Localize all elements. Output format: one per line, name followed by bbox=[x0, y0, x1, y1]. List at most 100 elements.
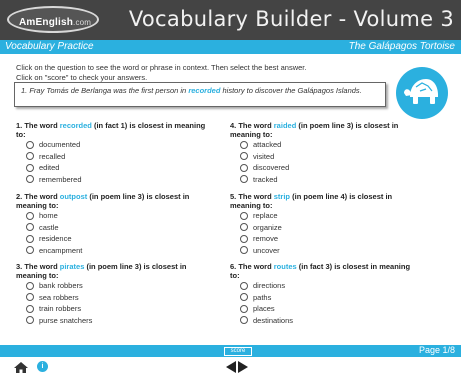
radio-button[interactable] bbox=[240, 234, 248, 243]
answer-option-label: tracked bbox=[253, 174, 278, 184]
instructions-line-1: Click on the question to see the word or… bbox=[16, 63, 307, 72]
question-4: 4. The word raided (in poem line 3) is c… bbox=[230, 121, 420, 185]
radio-button[interactable] bbox=[26, 152, 34, 161]
answer-option[interactable]: documented bbox=[26, 139, 206, 151]
story-title: The Galápagos Tortoise bbox=[348, 41, 455, 52]
question-1-keyword: recorded bbox=[59, 121, 92, 130]
radio-button[interactable] bbox=[240, 293, 248, 302]
answer-option-label: paths bbox=[253, 292, 272, 302]
answer-option[interactable]: remove bbox=[240, 233, 420, 245]
context-fact-text: 1. Fray Tomás de Berlanga was the first … bbox=[21, 86, 362, 95]
answer-option[interactable]: replace bbox=[240, 210, 420, 222]
answer-option-label: train robbers bbox=[39, 304, 82, 314]
radio-button[interactable] bbox=[240, 175, 248, 184]
question-5-options: replace organize remove uncover bbox=[230, 210, 420, 256]
fact-prefix: 1. Fray Tomás de Berlanga was the first … bbox=[21, 86, 189, 95]
radio-button[interactable] bbox=[26, 293, 34, 302]
question-6-options: directions paths places destinations bbox=[230, 280, 420, 326]
home-icon[interactable] bbox=[14, 362, 28, 373]
question-3-keyword: pirates bbox=[59, 262, 85, 271]
tortoise-icon bbox=[404, 79, 438, 104]
question-2-title[interactable]: 2. The word outpost (in poem line 3) is … bbox=[16, 192, 206, 210]
answer-option[interactable]: places bbox=[240, 303, 420, 315]
question-5-title[interactable]: 5. The word strip (in poem line 4) is cl… bbox=[230, 192, 420, 210]
radio-button[interactable] bbox=[240, 304, 248, 313]
answer-option[interactable]: sea robbers bbox=[26, 292, 206, 304]
answer-option[interactable]: encampment bbox=[26, 245, 206, 257]
question-1-title[interactable]: 1. The word recorded (in fact 1) is clos… bbox=[16, 121, 206, 139]
answer-option[interactable]: destinations bbox=[240, 315, 420, 327]
radio-button[interactable] bbox=[26, 140, 34, 149]
question-4-keyword: raided bbox=[273, 121, 297, 130]
radio-button[interactable] bbox=[26, 234, 34, 243]
tortoise-badge bbox=[396, 67, 448, 119]
answer-option-label: purse snatchers bbox=[39, 315, 93, 325]
answer-option-label: visited bbox=[253, 151, 275, 161]
answer-option[interactable]: remembered bbox=[26, 174, 206, 186]
answer-option[interactable]: organize bbox=[240, 222, 420, 234]
answer-option-label: organize bbox=[253, 222, 282, 232]
instructions: Click on the question to see the word or… bbox=[16, 63, 386, 83]
arrow-left-icon[interactable] bbox=[226, 361, 236, 373]
info-icon[interactable]: i bbox=[37, 361, 48, 372]
answer-option-label: attacked bbox=[253, 140, 282, 150]
answer-option[interactable]: purse snatchers bbox=[26, 315, 206, 327]
answer-option[interactable]: home bbox=[26, 210, 206, 222]
radio-button[interactable] bbox=[240, 316, 248, 325]
answer-option[interactable]: train robbers bbox=[26, 303, 206, 315]
answer-option-label: documented bbox=[39, 140, 81, 150]
score-button[interactable]: score bbox=[224, 347, 252, 356]
radio-button[interactable] bbox=[26, 246, 34, 255]
answer-option[interactable]: residence bbox=[26, 233, 206, 245]
question-3-title-pre: 3. The word bbox=[16, 262, 60, 271]
radio-button[interactable] bbox=[26, 223, 34, 232]
answer-option[interactable]: visited bbox=[240, 151, 420, 163]
answer-option[interactable]: directions bbox=[240, 280, 420, 292]
question-4-title[interactable]: 4. The word raided (in poem line 3) is c… bbox=[230, 121, 420, 139]
answer-option-label: sea robbers bbox=[39, 292, 79, 302]
answer-option[interactable]: paths bbox=[240, 292, 420, 304]
radio-button[interactable] bbox=[26, 304, 34, 313]
amenglish-logo[interactable]: AmEnglish.com bbox=[7, 6, 99, 33]
fact-suffix: history to discover the Galápagos Island… bbox=[220, 86, 362, 95]
answer-option-label: places bbox=[253, 304, 275, 314]
question-3-options: bank robbers sea robbers train robbers purs… bbox=[16, 280, 206, 326]
answer-option-label: destinations bbox=[253, 315, 294, 325]
answer-option-label: encampment bbox=[39, 245, 83, 255]
answer-option-label: remove bbox=[253, 234, 279, 244]
radio-button[interactable] bbox=[26, 175, 34, 184]
answer-option[interactable]: edited bbox=[26, 162, 206, 174]
answer-option[interactable]: tracked bbox=[240, 174, 420, 186]
answer-option[interactable]: uncover bbox=[240, 245, 420, 257]
question-4-options: attacked visited discovered tracked bbox=[230, 139, 420, 185]
question-3: 3. The word pirates (in poem line 3) is … bbox=[16, 262, 206, 326]
radio-button[interactable] bbox=[240, 211, 248, 220]
answer-option[interactable]: bank robbers bbox=[26, 280, 206, 292]
radio-button[interactable] bbox=[240, 223, 248, 232]
answer-option-label: home bbox=[39, 211, 58, 221]
question-5: 5. The word strip (in poem line 4) is cl… bbox=[230, 192, 420, 256]
answer-option-label: bank robbers bbox=[39, 281, 83, 291]
question-2-options: home castle residence encampment bbox=[16, 210, 206, 256]
question-6-title[interactable]: 6. The word routes (in fact 3) is closes… bbox=[230, 262, 420, 280]
answer-option-label: recalled bbox=[39, 151, 66, 161]
answer-option[interactable]: castle bbox=[26, 222, 206, 234]
radio-button[interactable] bbox=[26, 163, 34, 172]
radio-button[interactable] bbox=[240, 152, 248, 161]
radio-button[interactable] bbox=[26, 316, 34, 325]
answer-option[interactable]: discovered bbox=[240, 162, 420, 174]
radio-button[interactable] bbox=[26, 211, 34, 220]
radio-button[interactable] bbox=[240, 281, 248, 290]
question-3-title[interactable]: 3. The word pirates (in poem line 3) is … bbox=[16, 262, 206, 280]
arrow-right-icon[interactable] bbox=[238, 361, 248, 373]
radio-button[interactable] bbox=[26, 281, 34, 290]
radio-button[interactable] bbox=[240, 246, 248, 255]
question-2-title-pre: 2. The word bbox=[16, 192, 60, 201]
question-2-keyword: outpost bbox=[59, 192, 88, 201]
radio-button[interactable] bbox=[240, 140, 248, 149]
answer-option[interactable]: attacked bbox=[240, 139, 420, 151]
answer-option[interactable]: recalled bbox=[26, 151, 206, 163]
radio-button[interactable] bbox=[240, 163, 248, 172]
logo-suffix: .com bbox=[73, 18, 92, 27]
answer-option-label: residence bbox=[39, 234, 72, 244]
